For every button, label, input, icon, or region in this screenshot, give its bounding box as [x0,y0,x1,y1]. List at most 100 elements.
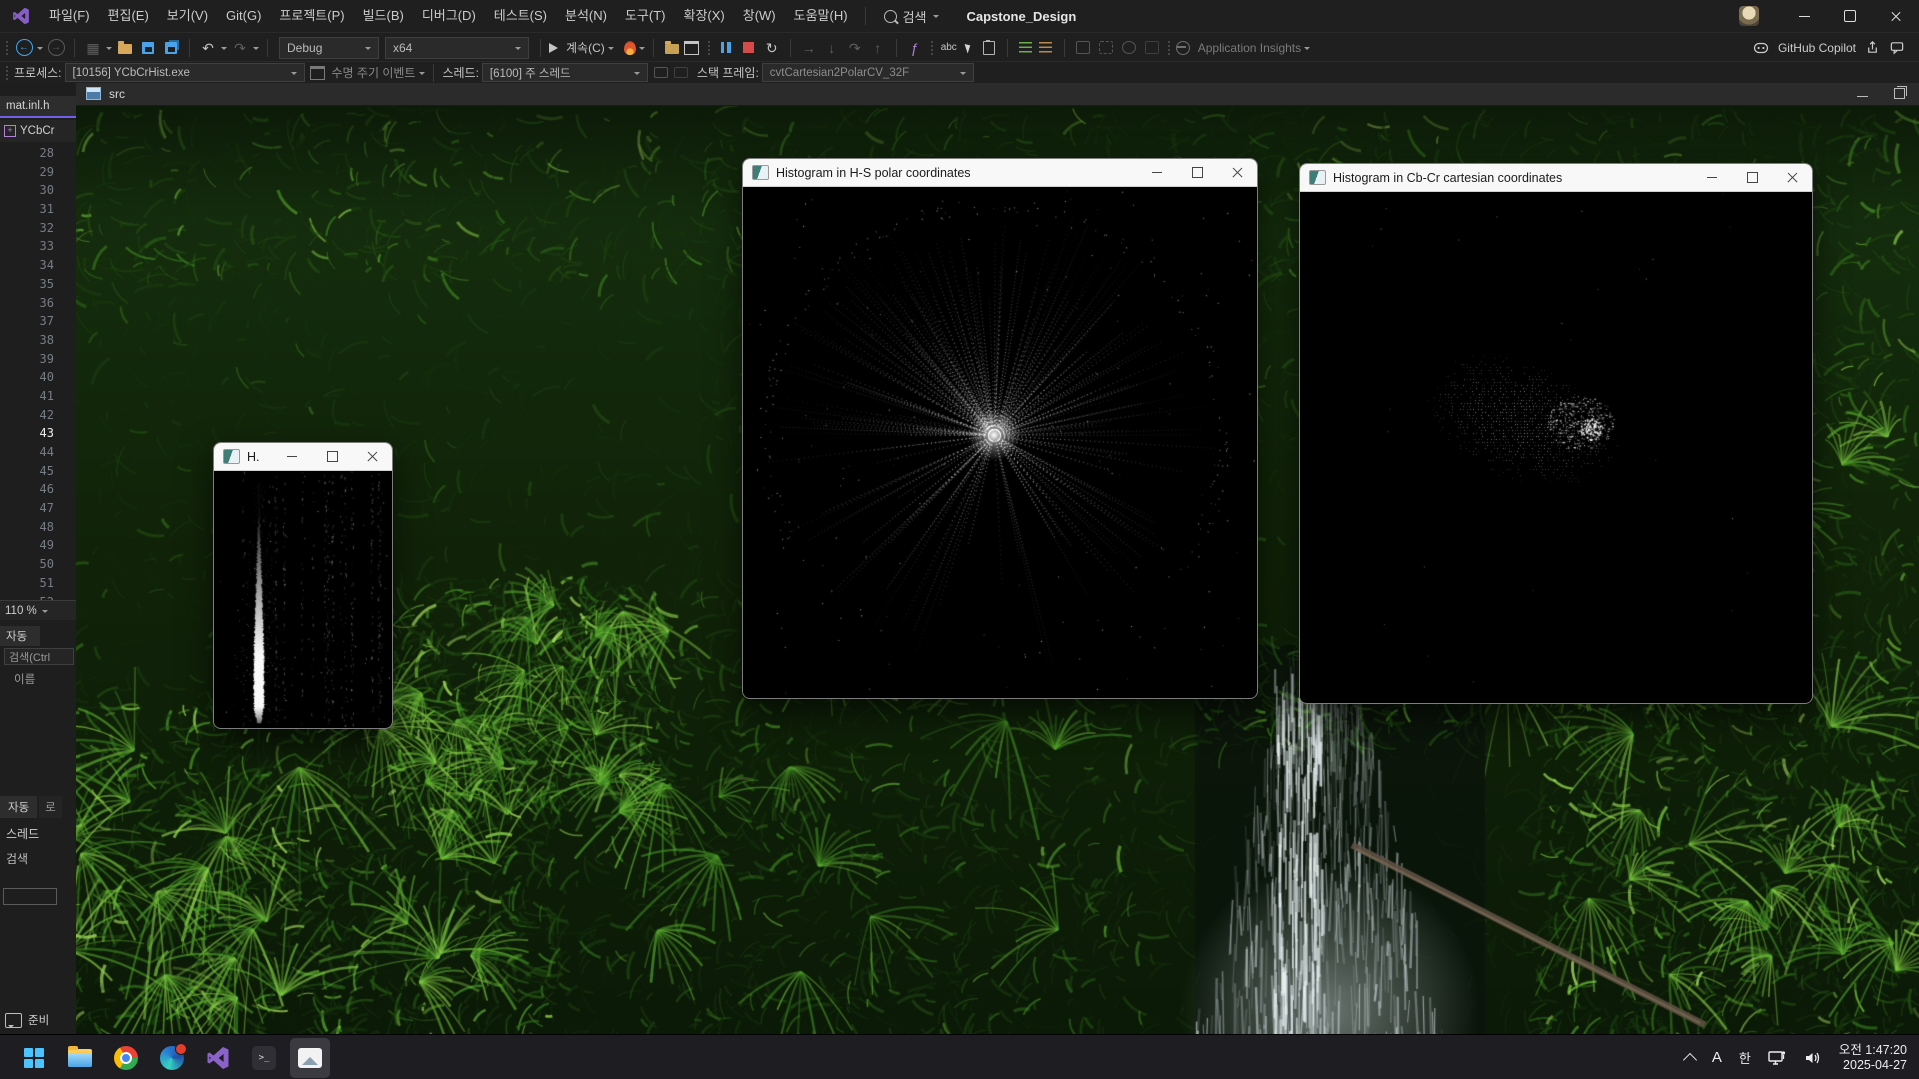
menu-item[interactable]: 도움말(H) [785,0,857,32]
paste-button[interactable] [979,37,999,59]
menu-item[interactable]: 편집(E) [99,0,158,32]
redo-button[interactable]: ↷ [230,37,250,59]
visual-studio-button[interactable] [198,1038,238,1078]
close-button[interactable] [1772,164,1812,191]
menu-item[interactable]: 프로젝트(P) [270,0,353,32]
step-over-button[interactable]: ↷ [845,37,865,59]
chevron-down-icon[interactable] [106,47,112,53]
process-dropdown[interactable]: [10156] YCbCrHist.exe [65,63,305,82]
window-titlebar[interactable]: H. [214,443,392,471]
breakpoint-window-button[interactable] [1073,37,1093,59]
undo-button[interactable]: ↶ [198,37,218,59]
menu-item[interactable]: 분석(N) [556,0,616,32]
autos-tab[interactable]: 자동 [0,796,37,818]
edge-button[interactable] [152,1038,192,1078]
watch-search-input[interactable]: 검색(Ctrl [4,648,74,665]
chevron-down-icon[interactable] [253,47,259,53]
minimize-button[interactable] [1692,164,1732,191]
ime-latin-indicator[interactable]: A [1712,1049,1722,1066]
menu-item[interactable]: 창(W) [734,0,785,32]
tray-expand-icon[interactable] [1683,1052,1697,1066]
application-insights-dropdown[interactable]: Application Insights [1176,41,1310,55]
terminal-button[interactable]: >_ [244,1038,284,1078]
image-window-taskbar-button[interactable] [290,1038,330,1078]
new-project-button[interactable]: ▦ [83,37,103,59]
menu-item[interactable]: 보기(V) [158,0,217,32]
breakpoint-export-button[interactable] [1119,37,1139,59]
menu-item[interactable]: 디버그(D) [413,0,485,32]
window-titlebar[interactable]: Histogram in H-S polar coordinates [743,159,1257,187]
thread-filter-icon[interactable] [671,62,691,84]
text-visualizer-button[interactable]: abc [939,37,959,59]
breakpoint-delete-button[interactable] [1142,37,1162,59]
maximize-button[interactable] [1827,0,1873,32]
speaker-icon[interactable] [1804,1050,1822,1066]
menu-item[interactable]: 확장(X) [675,0,734,32]
step-into-button[interactable]: ↓ [822,37,842,59]
window-hist-h[interactable]: H. [213,442,393,729]
menu-item[interactable]: 테스트(S) [485,0,556,32]
editor-zoom-dropdown[interactable]: 110 % [0,600,76,620]
close-button[interactable] [1217,159,1257,186]
continue-button[interactable]: 계속(C) [549,39,614,56]
flag-thread-icon[interactable] [651,62,671,84]
menu-item[interactable]: 빌드(B) [354,0,413,32]
toolbar-grip[interactable] [930,40,934,56]
message-bubble-icon[interactable] [5,1013,22,1028]
share-icon[interactable] [1865,40,1880,55]
restart-button[interactable]: ↻ [762,37,782,59]
menu-item[interactable]: 도구(T) [616,0,675,32]
chevron-down-icon[interactable] [37,47,43,53]
task-list-button[interactable] [1036,37,1056,59]
feedback-icon[interactable] [1889,40,1905,55]
maximize-button[interactable] [1732,164,1772,191]
document-tab-ycbcr[interactable]: + YCbCr [0,120,76,142]
user-avatar[interactable] [1739,6,1759,26]
save-all-button[interactable] [161,37,181,59]
minimize-button[interactable] [1781,0,1827,32]
ime-korean-indicator[interactable]: 한 [1739,1048,1751,1067]
window-hist-cartesian[interactable]: Histogram in Cb-Cr cartesian coordinates [1299,163,1813,704]
taskbar-clock[interactable]: 오전 1:47:20 2025-04-27 [1839,1043,1907,1073]
maximize-button[interactable] [312,443,352,470]
preview-window-button[interactable] [682,37,702,59]
platform-dropdown[interactable]: x64 [385,37,529,59]
src-window-titlebar[interactable]: src [76,82,1919,106]
locals-tab[interactable]: 로 [39,796,62,818]
close-button[interactable] [1873,0,1919,32]
navigate-forward-button[interactable]: → [46,37,66,59]
window-titlebar[interactable]: Histogram in Cb-Cr cartesian coordinates [1300,164,1812,192]
chrome-button[interactable] [106,1038,146,1078]
toolbar-grip[interactable] [5,65,9,81]
file-explorer-button[interactable] [60,1038,100,1078]
menu-item[interactable]: 파일(F) [40,0,99,32]
empty-field[interactable] [3,888,57,905]
watch-auto-tab[interactable]: 자동 [0,626,40,646]
thread-dropdown[interactable]: [6100] 주 스레드 [482,63,648,82]
menu-item[interactable]: Git(G) [217,0,270,32]
document-tab-mat-inl-h[interactable]: mat.inl.h [0,96,76,118]
search-panel-label[interactable]: 검색 [6,850,28,867]
stack-frame-dropdown[interactable]: cvtCartesian2PolarCV_32F [762,63,974,82]
src-minimize-icon[interactable] [1857,96,1868,97]
minimize-button[interactable] [1137,159,1177,186]
minimize-button[interactable] [272,443,312,470]
src-restore-icon[interactable] [1894,88,1905,99]
step-out-button[interactable]: ↑ [868,37,888,59]
toolbar-grip[interactable] [707,40,711,56]
watch-name-column-header[interactable]: 이름 [14,671,35,687]
browse-folder-button[interactable] [662,37,682,59]
lifecycle-events-dropdown[interactable]: 수명 주기 이벤트 [332,64,416,81]
start-button[interactable] [14,1038,54,1078]
toolbar-grip[interactable] [1167,40,1171,56]
save-button[interactable] [138,37,158,59]
network-icon[interactable] [1768,1050,1787,1066]
close-button[interactable] [352,443,392,470]
hot-reload-button[interactable] [624,41,645,55]
search-box[interactable]: 검색 [874,7,949,26]
stop-debugging-button[interactable] [739,37,759,59]
breakpoint-import-button[interactable] [1096,37,1116,59]
chevron-down-icon[interactable] [221,47,227,53]
show-next-statement-button[interactable]: → [799,37,819,59]
break-all-button[interactable] [716,37,736,59]
